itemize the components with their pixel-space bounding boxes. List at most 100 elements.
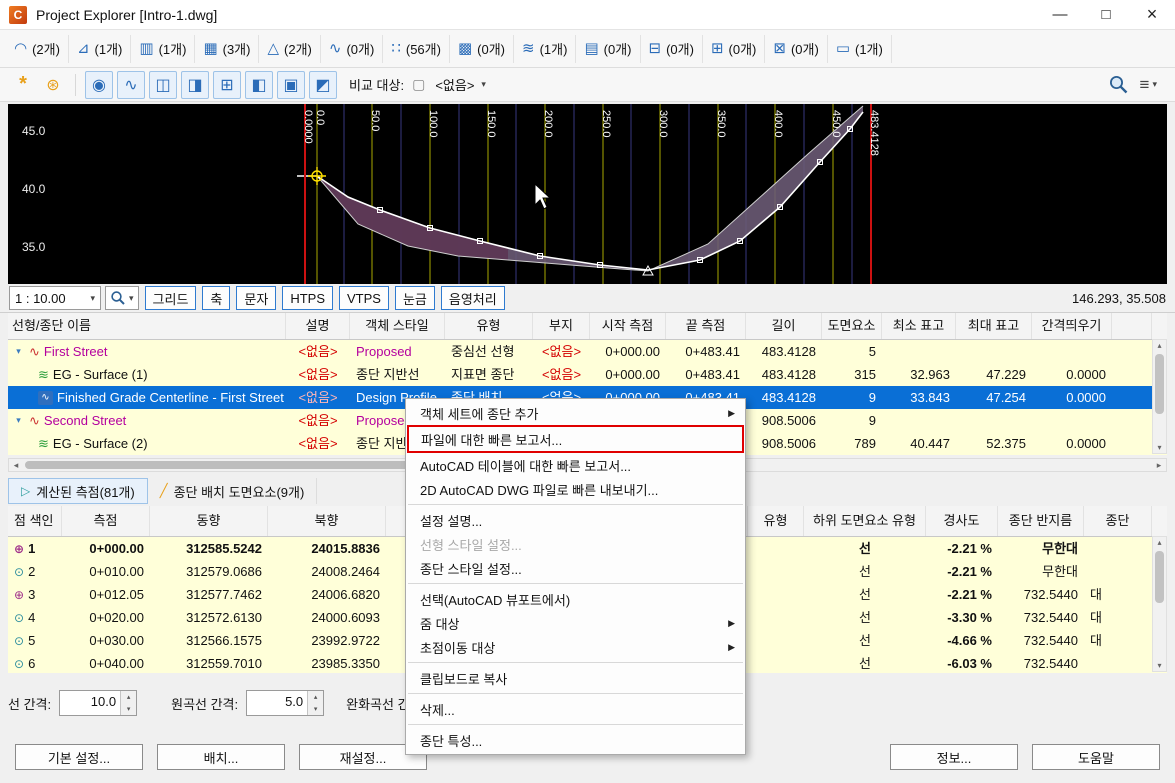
toggle-axis[interactable]: 축	[202, 286, 231, 310]
menu-item-add-to-object-set[interactable]: 객체 세트에 종단 추가 ▶	[406, 401, 745, 425]
table-row[interactable]: ▾ ∿ First Street <없음> Proposed 중심선 선형 <없음>…	[8, 340, 1167, 363]
profile-tool-4-icon[interactable]: ◨	[181, 70, 209, 99]
tab-points[interactable]: ∷ (56개)	[383, 34, 450, 63]
menu-item-profile-style-settings[interactable]: 종단 스타일 설정...	[406, 556, 745, 580]
menu-item-copy-to-clipboard[interactable]: 클립보드로 복사	[406, 666, 745, 690]
col-entities[interactable]: 도면요소	[822, 313, 882, 339]
close-button[interactable]: ×	[1129, 0, 1175, 30]
col-length[interactable]: 길이	[746, 313, 822, 339]
tab-assemblies[interactable]: ⊠ (0개)	[765, 34, 828, 63]
toggle-grid[interactable]: 그리드	[144, 286, 197, 310]
table2-vscrollbar[interactable]: ▴ ▾	[1152, 536, 1167, 672]
scroll-up-icon[interactable]: ▴	[1153, 341, 1166, 350]
toggle-vtps[interactable]: VTPS	[338, 286, 389, 310]
stepper-up-icon[interactable]: ▴	[308, 691, 324, 703]
menu-item-select-in-viewport[interactable]: 선택(AutoCAD 뷰포트에서)	[406, 587, 745, 611]
tab-parcels[interactable]: ⊞ (0개)	[703, 34, 766, 63]
line-gap-stepper[interactable]: 10.0 ▴ ▾	[59, 690, 138, 716]
col-type[interactable]: 유형	[748, 506, 804, 536]
scroll-down-icon[interactable]: ▾	[1153, 661, 1166, 670]
col-end-station[interactable]: 끝 측점	[666, 313, 746, 339]
tab-feature-lines[interactable]: ≋ (1개)	[514, 34, 577, 63]
zoom-tool-button[interactable]: ▾	[105, 286, 139, 310]
scale-dropdown[interactable]: 1 : 10.00 ▾	[9, 286, 101, 310]
tab-sample-lines[interactable]: ▥ (1개)	[131, 34, 196, 63]
toggle-text[interactable]: 문자	[236, 286, 277, 310]
col-object-style[interactable]: 객체 스타일	[350, 313, 445, 339]
tab-grading[interactable]: ▩ (0개)	[450, 34, 515, 63]
col-name[interactable]: 선형/종단 이름	[8, 313, 286, 339]
scroll-right-icon[interactable]: ▸	[1152, 459, 1166, 471]
toggle-htps[interactable]: HTPS	[282, 286, 333, 310]
tab-computed-stations[interactable]: ▷ 계산된 측점(81개)	[8, 478, 148, 504]
table1-vscrollbar[interactable]: ▴ ▾	[1152, 339, 1167, 454]
col-type[interactable]: 유형	[445, 313, 533, 339]
profile-tool-6-icon[interactable]: ◧	[245, 70, 273, 99]
menu-item-quick-report-file[interactable]: 파일에 대한 빠른 보고서...	[407, 425, 744, 453]
col-min-elevation[interactable]: 최소 표고	[882, 313, 956, 339]
expander-icon[interactable]: ▾	[12, 340, 25, 363]
col-northing[interactable]: 북향	[268, 506, 386, 536]
col-start-station[interactable]: 시작 측점	[590, 313, 666, 339]
scrollbar-thumb[interactable]	[1155, 354, 1164, 414]
menu-item-pan-to[interactable]: 초점이동 대상 ▶	[406, 635, 745, 659]
col-subentity-type[interactable]: 하위 도면요소 유형	[804, 506, 926, 536]
profile-tool-5-icon[interactable]: ⊞	[213, 70, 241, 99]
menu-item-quick-report-autocad-table[interactable]: AutoCAD 테이블에 대한 빠른 보고서...	[406, 453, 745, 477]
stepper-up-icon[interactable]: ▴	[121, 691, 137, 703]
col-offset[interactable]: 간격띄우기	[1032, 313, 1112, 339]
menu-item-zoom-to[interactable]: 줌 대상 ▶	[406, 611, 745, 635]
col-station[interactable]: 측점	[62, 506, 150, 536]
scroll-down-icon[interactable]: ▾	[1153, 443, 1166, 452]
stepper-down-icon[interactable]: ▾	[121, 703, 137, 715]
col-site[interactable]: 부지	[533, 313, 590, 339]
col-easting[interactable]: 동향	[150, 506, 268, 536]
tab-pressure-networks[interactable]: ⊟ (0개)	[641, 34, 703, 63]
tab-sites[interactable]: ▤ (0개)	[576, 34, 641, 63]
col-grade[interactable]: 경사도	[926, 506, 998, 536]
curve-gap-stepper[interactable]: 5.0 ▴ ▾	[246, 690, 325, 716]
minimize-button[interactable]: —	[1037, 0, 1083, 30]
toggle-shading[interactable]: 음영처리	[440, 286, 505, 310]
layout-button[interactable]: 배치...	[157, 744, 285, 770]
menu-item-profile-properties[interactable]: 종단 특성...	[406, 728, 745, 752]
expander-icon[interactable]: ▾	[12, 409, 25, 432]
profile-tool-7-icon[interactable]: ▣	[277, 70, 305, 99]
tab-corridors[interactable]: ▦ (3개)	[195, 34, 260, 63]
info-button[interactable]: 정보...	[890, 744, 1018, 770]
profile-tool-8-icon[interactable]: ◩	[309, 70, 337, 99]
tab-alignments[interactable]: ◠ (2개)	[6, 34, 69, 63]
profile-tool-1-icon[interactable]: ◉	[85, 70, 113, 99]
tab-blocks[interactable]: ▭ (1개)	[828, 34, 892, 63]
compare-target-dropdown[interactable]: <없음> ▾	[429, 73, 492, 96]
profile-tool-3-icon[interactable]: ◫	[149, 70, 177, 99]
create-report-icon[interactable]: *	[10, 72, 36, 98]
stepper-down-icon[interactable]: ▾	[308, 703, 324, 715]
col-profile-radius[interactable]: 종단 반지름	[998, 506, 1084, 536]
menu-item-quick-export-2d-dwg[interactable]: 2D AutoCAD DWG 파일로 빠른 내보내기...	[406, 477, 745, 501]
maximize-button[interactable]: □	[1083, 0, 1129, 30]
new-report-page-icon[interactable]: ⊛	[40, 72, 66, 98]
tab-profile-entities[interactable]: ╱ 종단 배치 도면요소(9개)	[148, 478, 318, 504]
default-settings-button[interactable]: 기본 설정...	[15, 744, 143, 770]
view-options-dropdown[interactable]: ≡ ▾	[1140, 75, 1157, 95]
col-profile-clipped[interactable]: 종단	[1084, 506, 1152, 536]
tab-surfaces[interactable]: △ (2개)	[259, 34, 321, 63]
menu-item-delete[interactable]: 삭제...	[406, 697, 745, 721]
col-description[interactable]: 설명	[286, 313, 350, 339]
search-icon[interactable]	[1108, 74, 1130, 96]
scroll-left-icon[interactable]: ◂	[9, 459, 23, 471]
curve-gap-value[interactable]: 5.0	[247, 691, 307, 715]
tab-profiles[interactable]: ⊿ (1개)	[69, 34, 132, 63]
menu-item-settings-description[interactable]: 설정 설명...	[406, 508, 745, 532]
scroll-up-icon[interactable]: ▴	[1153, 538, 1166, 547]
toggle-ticks[interactable]: 눈금	[394, 286, 435, 310]
help-button[interactable]: 도움말	[1032, 744, 1160, 770]
tab-pipe-networks[interactable]: ∿ (0개)	[321, 34, 384, 63]
scrollbar-thumb[interactable]	[1155, 551, 1164, 603]
line-gap-value[interactable]: 10.0	[60, 691, 120, 715]
col-point-index[interactable]: 점 색인	[8, 506, 62, 536]
profile-view-chart[interactable]: 45.0 40.0 35.0 0.0000 0.0 50.0 100.0 150…	[8, 104, 1167, 284]
profile-tool-2-icon[interactable]: ∿	[117, 70, 145, 99]
col-max-elevation[interactable]: 최대 표고	[956, 313, 1032, 339]
